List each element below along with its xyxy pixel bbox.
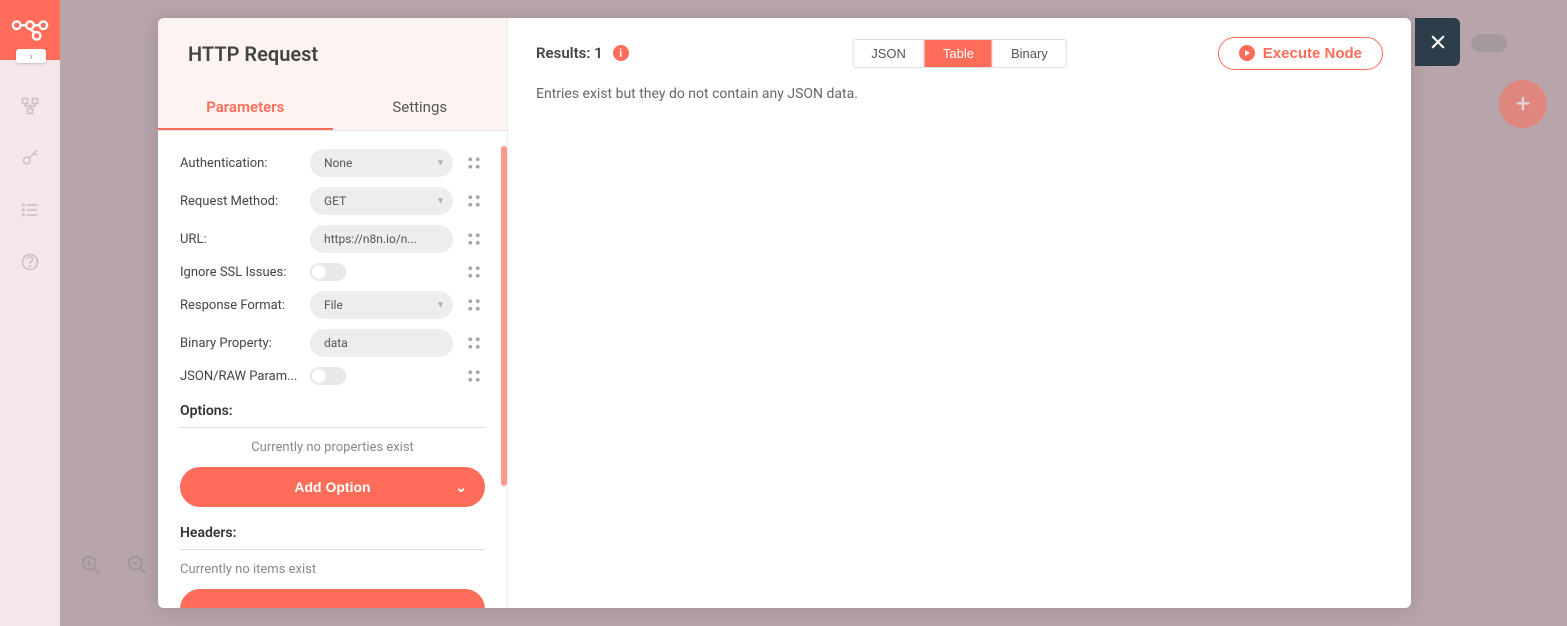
app-logo[interactable]: › bbox=[0, 0, 60, 60]
node-title: HTTP Request bbox=[158, 18, 507, 86]
param-label: Response Format: bbox=[180, 298, 300, 313]
param-label: Authentication: bbox=[180, 156, 300, 171]
gear-icon[interactable] bbox=[465, 192, 483, 210]
authentication-select[interactable]: None▾ bbox=[310, 149, 453, 177]
json-raw-toggle[interactable] bbox=[310, 367, 453, 385]
zoom-out-icon[interactable] bbox=[126, 554, 148, 576]
param-row-json-raw: JSON/RAW Param... bbox=[180, 367, 485, 385]
param-row-authentication: Authentication: None▾ bbox=[180, 149, 485, 177]
workflow-active-toggle[interactable] bbox=[1471, 34, 1507, 52]
tab-settings[interactable]: Settings bbox=[333, 86, 508, 130]
param-row-binary-property: Binary Property: data bbox=[180, 329, 485, 357]
execute-node-button[interactable]: Execute Node bbox=[1218, 37, 1383, 70]
chevron-down-icon: ▾ bbox=[438, 196, 443, 207]
url-input[interactable]: https://n8n.io/n... bbox=[310, 225, 453, 253]
gear-icon[interactable] bbox=[465, 230, 483, 248]
headers-empty-message: Currently no items exist bbox=[180, 562, 485, 577]
chevron-down-icon: ▾ bbox=[438, 158, 443, 169]
divider bbox=[180, 427, 485, 428]
key-icon[interactable] bbox=[20, 148, 40, 168]
view-table-button[interactable]: Table bbox=[924, 40, 992, 67]
n8n-logo-icon bbox=[11, 19, 49, 41]
view-mode-switcher: JSON Table Binary bbox=[852, 39, 1067, 68]
close-icon bbox=[1428, 32, 1448, 52]
response-format-select[interactable]: File▾ bbox=[310, 291, 453, 319]
view-json-button[interactable]: JSON bbox=[853, 40, 924, 67]
param-label: Request Method: bbox=[180, 194, 300, 209]
param-label: Binary Property: bbox=[180, 336, 300, 351]
workflows-icon[interactable] bbox=[20, 96, 40, 116]
config-tabs: Parameters Settings bbox=[158, 86, 507, 131]
param-row-response-format: Response Format: File▾ bbox=[180, 291, 485, 319]
binary-property-input[interactable]: data bbox=[310, 329, 453, 357]
output-empty-message: Entries exist but they do not contain an… bbox=[536, 86, 1383, 102]
param-row-request-method: Request Method: GET▾ bbox=[180, 187, 485, 215]
help-icon[interactable] bbox=[20, 252, 40, 272]
headers-section-header: Headers: bbox=[180, 525, 485, 541]
gear-icon[interactable] bbox=[465, 154, 483, 172]
divider bbox=[180, 549, 485, 550]
add-node-fab[interactable]: + bbox=[1499, 80, 1547, 128]
gear-icon[interactable] bbox=[465, 367, 483, 385]
param-row-url: URL: https://n8n.io/n... bbox=[180, 225, 485, 253]
request-method-select[interactable]: GET▾ bbox=[310, 187, 453, 215]
add-header-button[interactable] bbox=[180, 589, 485, 608]
sidebar-collapse-icon[interactable]: › bbox=[16, 49, 46, 63]
node-editor-modal: HTTP Request Parameters Settings Authent… bbox=[158, 18, 1411, 608]
chevron-down-icon: ⌄ bbox=[455, 479, 467, 496]
param-label: JSON/RAW Param... bbox=[180, 369, 300, 384]
zoom-controls bbox=[80, 554, 148, 576]
info-icon[interactable]: i bbox=[613, 45, 629, 61]
executions-icon[interactable] bbox=[20, 200, 40, 220]
param-row-ignore-ssl: Ignore SSL Issues: bbox=[180, 263, 485, 281]
app-sidebar: › bbox=[0, 0, 60, 626]
tab-parameters[interactable]: Parameters bbox=[158, 86, 333, 130]
options-empty-message: Currently no properties exist bbox=[180, 440, 485, 455]
param-label: Ignore SSL Issues: bbox=[180, 265, 300, 280]
chevron-down-icon: ▾ bbox=[438, 300, 443, 311]
gear-icon[interactable] bbox=[465, 263, 483, 281]
gear-icon[interactable] bbox=[465, 334, 483, 352]
options-section-header: Options: bbox=[180, 403, 485, 419]
params-scroll-area[interactable]: Authentication: None▾ Request Method: GE… bbox=[158, 131, 507, 608]
node-config-panel: HTTP Request Parameters Settings Authent… bbox=[158, 18, 508, 608]
zoom-in-icon[interactable] bbox=[80, 554, 102, 576]
view-binary-button[interactable]: Binary bbox=[992, 40, 1066, 67]
gear-icon[interactable] bbox=[465, 296, 483, 314]
output-header: Results: 1 i JSON Table Binary Execute N… bbox=[536, 36, 1383, 70]
add-option-button[interactable]: Add Option⌄ bbox=[180, 467, 485, 507]
ignore-ssl-toggle[interactable] bbox=[310, 263, 453, 281]
results-count: Results: 1 bbox=[536, 44, 603, 62]
play-icon bbox=[1239, 45, 1255, 61]
scrollbar[interactable] bbox=[501, 146, 507, 486]
param-label: URL: bbox=[180, 232, 300, 247]
close-modal-button[interactable] bbox=[1415, 18, 1460, 66]
node-output-panel: Results: 1 i JSON Table Binary Execute N… bbox=[508, 18, 1411, 608]
